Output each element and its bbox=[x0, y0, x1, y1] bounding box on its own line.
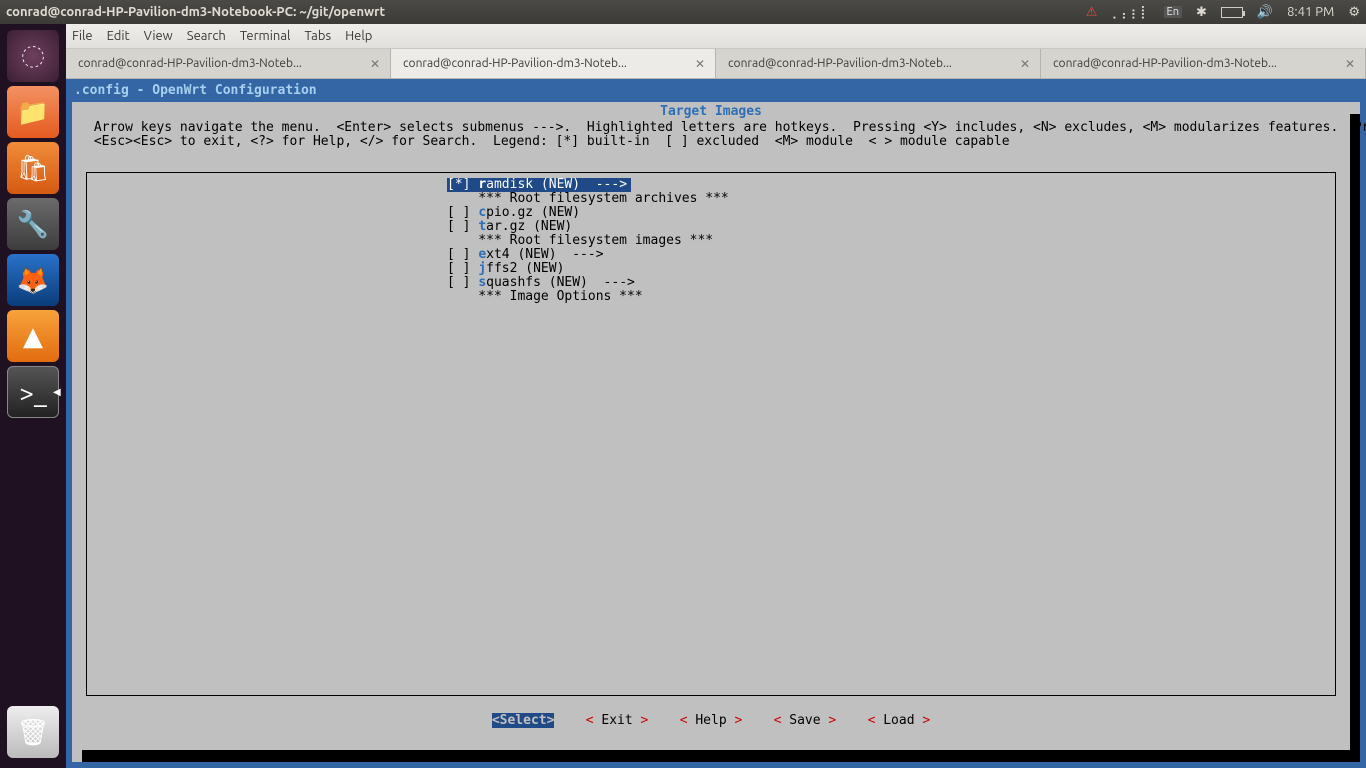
menubar: File Edit View Search Terminal Tabs Help bbox=[66, 24, 1366, 49]
menu-search[interactable]: Search bbox=[187, 29, 226, 43]
indicator-area: ⚠ ⡀⡄⡆⡇ En ✱ 🔊 8:41 PM ⚙ bbox=[1086, 5, 1360, 20]
menu-view[interactable]: View bbox=[144, 29, 173, 43]
menu-item[interactable]: [ ] ext4 (NEW) ---> bbox=[87, 248, 1335, 262]
menuconfig-screen: Target Images Arrow keys navigate the me… bbox=[72, 102, 1360, 762]
menu-item[interactable]: *** Image Options *** bbox=[87, 290, 1335, 304]
terminal-viewport[interactable]: .config - OpenWrt Configuration Target I… bbox=[66, 79, 1366, 768]
vlc-icon[interactable]: ▲ bbox=[7, 310, 59, 362]
wifi-icon[interactable]: ⡀⡄⡆⡇ bbox=[1111, 5, 1149, 20]
dash-icon[interactable]: ◌ bbox=[7, 30, 59, 82]
keyboard-layout[interactable]: En bbox=[1164, 6, 1182, 18]
settings-icon[interactable]: 🔧 bbox=[7, 198, 59, 250]
menu-edit[interactable]: Edit bbox=[107, 29, 130, 43]
terminal-window: File Edit View Search Terminal Tabs Help… bbox=[66, 24, 1366, 768]
menu-file[interactable]: File bbox=[72, 29, 93, 43]
menu-item[interactable]: [ ] cpio.gz (NEW) bbox=[87, 206, 1335, 220]
menu-item[interactable]: *** Root filesystem images *** bbox=[87, 234, 1335, 248]
bluetooth-icon[interactable]: ✱ bbox=[1196, 5, 1207, 20]
firefox-icon[interactable]: 🦊 bbox=[7, 254, 59, 306]
tab-2[interactable]: conrad@conrad-HP-Pavilion-dm3-Noteb...✕ bbox=[716, 49, 1041, 78]
battery-icon[interactable] bbox=[1221, 7, 1243, 18]
window-title: conrad@conrad-HP-Pavilion-dm3-Notebook-P… bbox=[6, 5, 1086, 19]
menuconfig-dialog: Target Images Arrow keys navigate the me… bbox=[72, 102, 1350, 750]
clock[interactable]: 8:41 PM bbox=[1287, 5, 1334, 19]
unity-launcher: ◌ 📁 🛍 🔧 🦊 ▲ >_ ◀ 🗑 bbox=[0, 24, 66, 768]
section-title: Target Images bbox=[72, 102, 1350, 119]
load-button[interactable]: < Load > bbox=[868, 713, 931, 728]
files-icon[interactable]: 📁 bbox=[7, 86, 59, 138]
warning-icon[interactable]: ⚠ bbox=[1086, 5, 1098, 20]
volume-icon[interactable]: 🔊 bbox=[1257, 5, 1273, 20]
tab-0[interactable]: conrad@conrad-HP-Pavilion-dm3-Noteb...✕ bbox=[66, 49, 391, 78]
close-icon[interactable]: ✕ bbox=[695, 57, 705, 71]
menu-item[interactable]: *** Root filesystem archives *** bbox=[87, 192, 1335, 206]
active-app-indicator: ◀ bbox=[53, 386, 61, 398]
software-center-icon[interactable]: 🛍 bbox=[7, 142, 59, 194]
tab-bar: conrad@conrad-HP-Pavilion-dm3-Noteb...✕ … bbox=[66, 49, 1366, 79]
menu-item[interactable]: [ ] squashfs (NEW) ---> bbox=[87, 276, 1335, 290]
tab-1[interactable]: conrad@conrad-HP-Pavilion-dm3-Noteb...✕ bbox=[391, 49, 716, 78]
help-button[interactable]: < Help > bbox=[680, 713, 743, 728]
menu-box: [*] ramdisk (NEW) ---> *** Root filesyst… bbox=[86, 172, 1336, 696]
menu-item[interactable]: [*] ramdisk (NEW) ---> bbox=[447, 178, 631, 192]
exit-button[interactable]: < Exit > bbox=[586, 713, 649, 728]
menu-terminal[interactable]: Terminal bbox=[240, 29, 291, 43]
menu-tabs[interactable]: Tabs bbox=[304, 29, 331, 43]
tab-3[interactable]: conrad@conrad-HP-Pavilion-dm3-Noteb...✕ bbox=[1041, 49, 1366, 78]
terminal-icon[interactable]: >_ bbox=[7, 366, 59, 418]
menu-item[interactable]: [ ] tar.gz (NEW) bbox=[87, 220, 1335, 234]
select-button[interactable]: <Select> bbox=[492, 713, 555, 728]
save-button[interactable]: < Save > bbox=[774, 713, 837, 728]
gear-icon[interactable]: ⚙ bbox=[1348, 5, 1360, 20]
help-text: Arrow keys navigate the menu. <Enter> se… bbox=[72, 119, 1350, 153]
button-bar: <Select> < Exit > < Help > < Save > < Lo… bbox=[86, 713, 1336, 728]
top-panel: conrad@conrad-HP-Pavilion-dm3-Notebook-P… bbox=[0, 0, 1366, 24]
config-title: .config - OpenWrt Configuration bbox=[70, 82, 1362, 99]
menu-help[interactable]: Help bbox=[345, 29, 372, 43]
close-icon[interactable]: ✕ bbox=[1020, 57, 1030, 71]
menu-item[interactable]: [ ] jffs2 (NEW) bbox=[87, 262, 1335, 276]
close-icon[interactable]: ✕ bbox=[1345, 57, 1355, 71]
trash-icon[interactable]: 🗑 bbox=[7, 706, 59, 758]
close-icon[interactable]: ✕ bbox=[370, 57, 380, 71]
